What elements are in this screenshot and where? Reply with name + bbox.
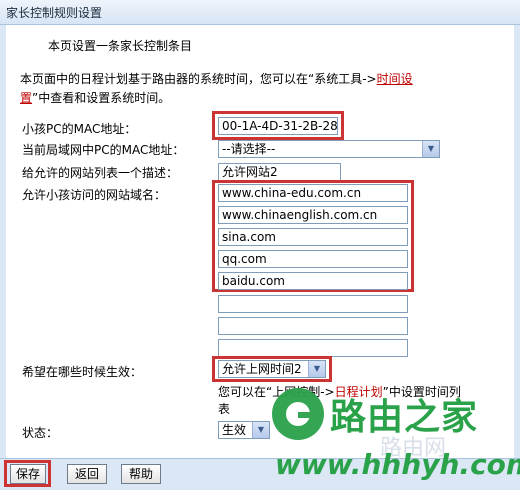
- child-mac-label: 小孩PC的MAC地址：: [22, 122, 137, 136]
- chevron-down-icon[interactable]: ▼: [308, 361, 325, 377]
- status-select-value: 生效: [222, 423, 247, 437]
- lan-mac-select[interactable]: --请选择-- ▼: [218, 140, 440, 158]
- schedule-select[interactable]: 允许上网时间2 ▼: [218, 360, 326, 378]
- schedule-select-value: 允许上网时间2: [222, 362, 302, 376]
- schedule-note-end: 表: [218, 402, 231, 416]
- domain-input-5[interactable]: baidu.com: [218, 272, 408, 290]
- child-mac-input[interactable]: 00-1A-4D-31-2B-28: [218, 117, 338, 135]
- lan-mac-label: 当前局域网中PC的MAC地址：: [22, 143, 185, 157]
- help-button[interactable]: 帮助: [121, 464, 161, 484]
- site-desc-input[interactable]: 允许网站2: [218, 163, 341, 181]
- domain-input-4[interactable]: qq.com: [218, 250, 408, 268]
- title-bar: 家长控制规则设置: [0, 0, 520, 25]
- domain-input-6[interactable]: [218, 295, 408, 313]
- domain-input-7[interactable]: [218, 317, 408, 335]
- schedule-label: 希望在哪些时候生效：: [22, 365, 143, 379]
- chevron-down-icon[interactable]: ▼: [252, 422, 269, 438]
- description-text: 本页面中的日程计划基于路由器的系统时间，您可以在“系统工具->: [20, 72, 377, 86]
- time-settings-link[interactable]: 时间设: [377, 72, 413, 86]
- window-title: 家长控制规则设置: [6, 6, 103, 20]
- left-border: [0, 25, 6, 458]
- time-settings-link-cont[interactable]: 置: [20, 91, 32, 105]
- domain-input-3[interactable]: sina.com: [218, 228, 408, 246]
- intro-text: 本页设置一条家长控制条目: [48, 39, 193, 53]
- domain-input-1[interactable]: www.china-edu.com.cn: [218, 184, 408, 202]
- domain-input-8[interactable]: [218, 339, 408, 357]
- watermark-logo-icon: [272, 388, 324, 440]
- chevron-down-icon[interactable]: ▼: [422, 141, 439, 157]
- domain-input-2[interactable]: www.chinaenglish.com.cn: [218, 206, 408, 224]
- domains-label: 允许小孩访问的网站域名：: [22, 188, 167, 202]
- description-text-end: ”中查看和设置系统时间。: [32, 91, 171, 105]
- lan-mac-select-value: --请选择--: [222, 142, 276, 156]
- watermark-url: www.hhhyh.com: [275, 448, 520, 481]
- save-button[interactable]: 保存: [10, 464, 46, 484]
- back-button[interactable]: 返回: [67, 464, 107, 484]
- status-select[interactable]: 生效 ▼: [218, 421, 270, 439]
- right-border: [514, 25, 520, 458]
- status-label: 状态：: [22, 426, 59, 440]
- description: 本页面中的日程计划基于路由器的系统时间，您可以在“系统工具->时间设置”中查看和…: [20, 70, 490, 108]
- site-desc-label: 给允许的网站列表一个描述：: [22, 166, 179, 180]
